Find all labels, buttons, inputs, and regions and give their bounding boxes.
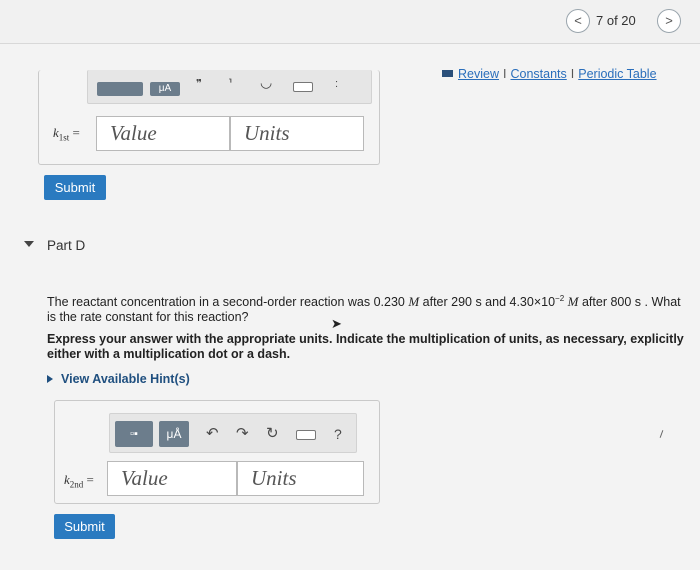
constants-link[interactable]: Constants [510, 67, 566, 81]
page-counter: 7 of 20 [596, 13, 636, 28]
units-button[interactable]: μÅ [159, 421, 189, 447]
periodic-table-link[interactable]: Periodic Table [578, 67, 656, 81]
book-icon [442, 70, 453, 77]
units-button[interactable]: μA [150, 82, 180, 96]
templates-button[interactable] [97, 82, 143, 96]
k2nd-label: k2nd = [64, 472, 94, 490]
keyboard-icon[interactable] [296, 430, 316, 440]
help-icon[interactable]: : [335, 74, 338, 94]
part-c-toolbar: μA ❞ ⸣ ◡ : [87, 70, 372, 104]
undo-icon[interactable]: ↶ [206, 424, 219, 444]
part-c-answer-box: μA ❞ ⸣ ◡ : k1st = Value Units [38, 70, 380, 165]
undo-icon[interactable]: ❞ [196, 74, 202, 94]
stray-mark [659, 430, 664, 438]
reset-icon[interactable]: ↻ [266, 424, 279, 444]
templates-button[interactable]: ▫▪ [115, 421, 153, 447]
part-d-toolbar: ▫▪ μÅ ↶ ↷ ↻ ? [109, 413, 357, 453]
part-d-title: Part D [47, 238, 86, 253]
part-d-submit-button[interactable]: Submit [54, 514, 115, 539]
part-d-answer-box: ▫▪ μÅ ↶ ↷ ↻ ? k2nd = Value Units [54, 400, 380, 504]
part-d-header[interactable]: Part D [0, 223, 700, 271]
reset-icon[interactable]: ◡ [260, 72, 272, 92]
part-d-instruction: Express your answer with the appropriate… [47, 332, 684, 361]
view-hints-link[interactable]: View Available Hint(s) [47, 372, 190, 386]
link-separator: I [503, 67, 507, 81]
previous-item-button[interactable]: < [566, 9, 590, 33]
part-c-units-input[interactable]: Units [230, 116, 364, 151]
redo-icon[interactable]: ⸣ [228, 74, 232, 94]
help-icon[interactable]: ? [334, 424, 342, 444]
expand-triangle-icon [47, 375, 53, 383]
top-nav-bar: < 7 of 20 > [0, 0, 700, 44]
mouse-cursor-icon: ➤ [331, 316, 342, 331]
resource-links: Review I Constants I Periodic Table [442, 67, 657, 81]
review-link[interactable]: Review [458, 67, 499, 81]
next-item-button[interactable]: > [657, 9, 681, 33]
k1st-label: k1st = [53, 125, 80, 143]
part-d-question: The reactant concentration in a second-o… [47, 294, 681, 325]
part-c-value-input[interactable]: Value [96, 116, 230, 151]
link-separator: I [570, 67, 575, 81]
part-d-units-input[interactable]: Units [237, 461, 364, 496]
part-c-submit-button[interactable]: Submit [44, 175, 106, 200]
collapse-caret-icon[interactable] [24, 241, 34, 247]
part-d-value-input[interactable]: Value [107, 461, 237, 496]
redo-icon[interactable]: ↷ [236, 424, 249, 444]
keyboard-icon[interactable] [293, 82, 313, 92]
